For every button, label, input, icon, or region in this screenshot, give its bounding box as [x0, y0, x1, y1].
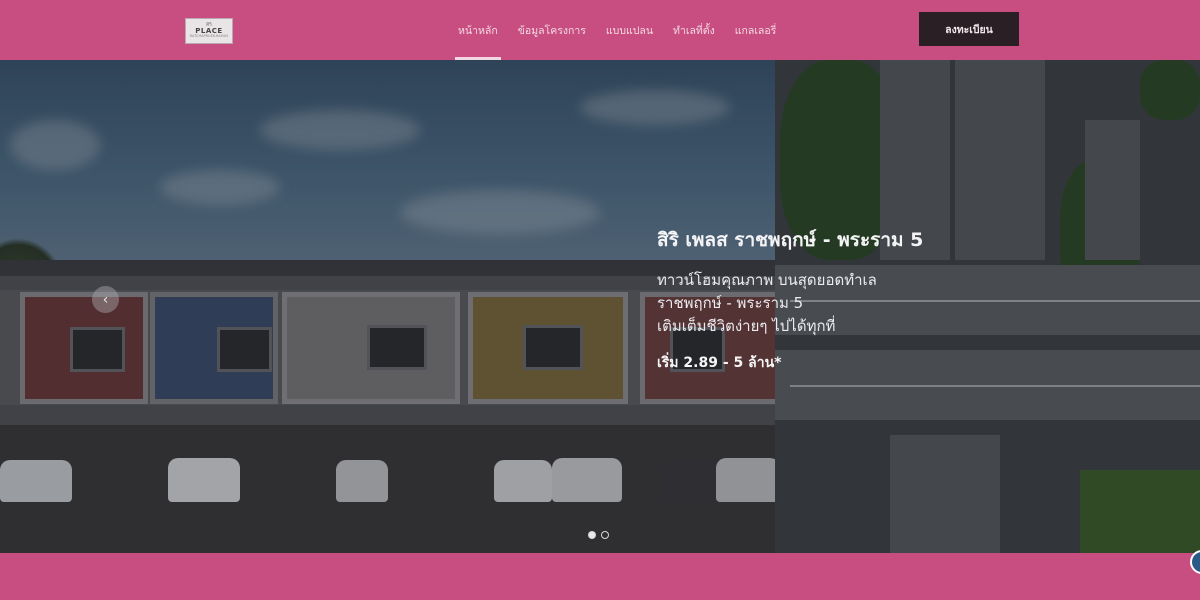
chevron-left-icon[interactable]: ‹ — [92, 286, 119, 313]
nav-item-project-info[interactable]: ข้อมูลโครงการ — [515, 0, 589, 60]
slider-dot-1[interactable] — [588, 531, 596, 539]
hero-desc-line3: เติมเต็มชีวิตง่ายๆ ไปได้ทุกที่ — [657, 317, 836, 335]
site-logo[interactable]: ศิริ PLACE RATCHAPRUEK-RAMA5 — [185, 18, 233, 44]
main-nav: หน้าหลัก ข้อมูลโครงการ แบบแปลน ทำเลที่ตั… — [455, 0, 779, 60]
hero-slider: สิริ เพลส ราชพฤกษ์ - พระราม 5 ทาวน์โฮมคุ… — [0, 60, 1200, 553]
register-button[interactable]: ลงทะเบียน — [919, 12, 1019, 46]
hero-title: สิริ เพลส ราชพฤกษ์ - พระราม 5 — [657, 229, 924, 251]
site-header: ศิริ PLACE RATCHAPRUEK-RAMA5 หน้าหลัก ข้… — [0, 0, 1200, 60]
nav-item-home[interactable]: หน้าหลัก — [455, 0, 501, 60]
hero-price: เริ่ม 2.89 - 5 ล้าน* — [657, 355, 782, 371]
hero-caption: สิริ เพลส ราชพฤกษ์ - พระราม 5 ทาวน์โฮมคุ… — [657, 225, 987, 374]
section-band — [0, 553, 1200, 600]
hero-overlay — [0, 60, 1200, 553]
hero-desc-line2: ราชพฤกษ์ - พระราม 5 — [657, 294, 804, 312]
nav-item-location[interactable]: ทำเลที่ตั้ง — [670, 0, 718, 60]
nav-item-floor-plan[interactable]: แบบแปลน — [603, 0, 656, 60]
hero-description: ทาวน์โฮมคุณภาพ บนสุดยอดทำเล ราชพฤกษ์ - พ… — [657, 269, 987, 338]
slider-dots — [588, 531, 609, 539]
nav-item-gallery[interactable]: แกลเลอรี่ — [732, 0, 780, 60]
slider-dot-2[interactable] — [601, 531, 609, 539]
hero-desc-line1: ทาวน์โฮมคุณภาพ บนสุดยอดทำเล — [657, 271, 877, 289]
logo-line3: RATCHAPRUEK-RAMA5 — [189, 34, 229, 39]
